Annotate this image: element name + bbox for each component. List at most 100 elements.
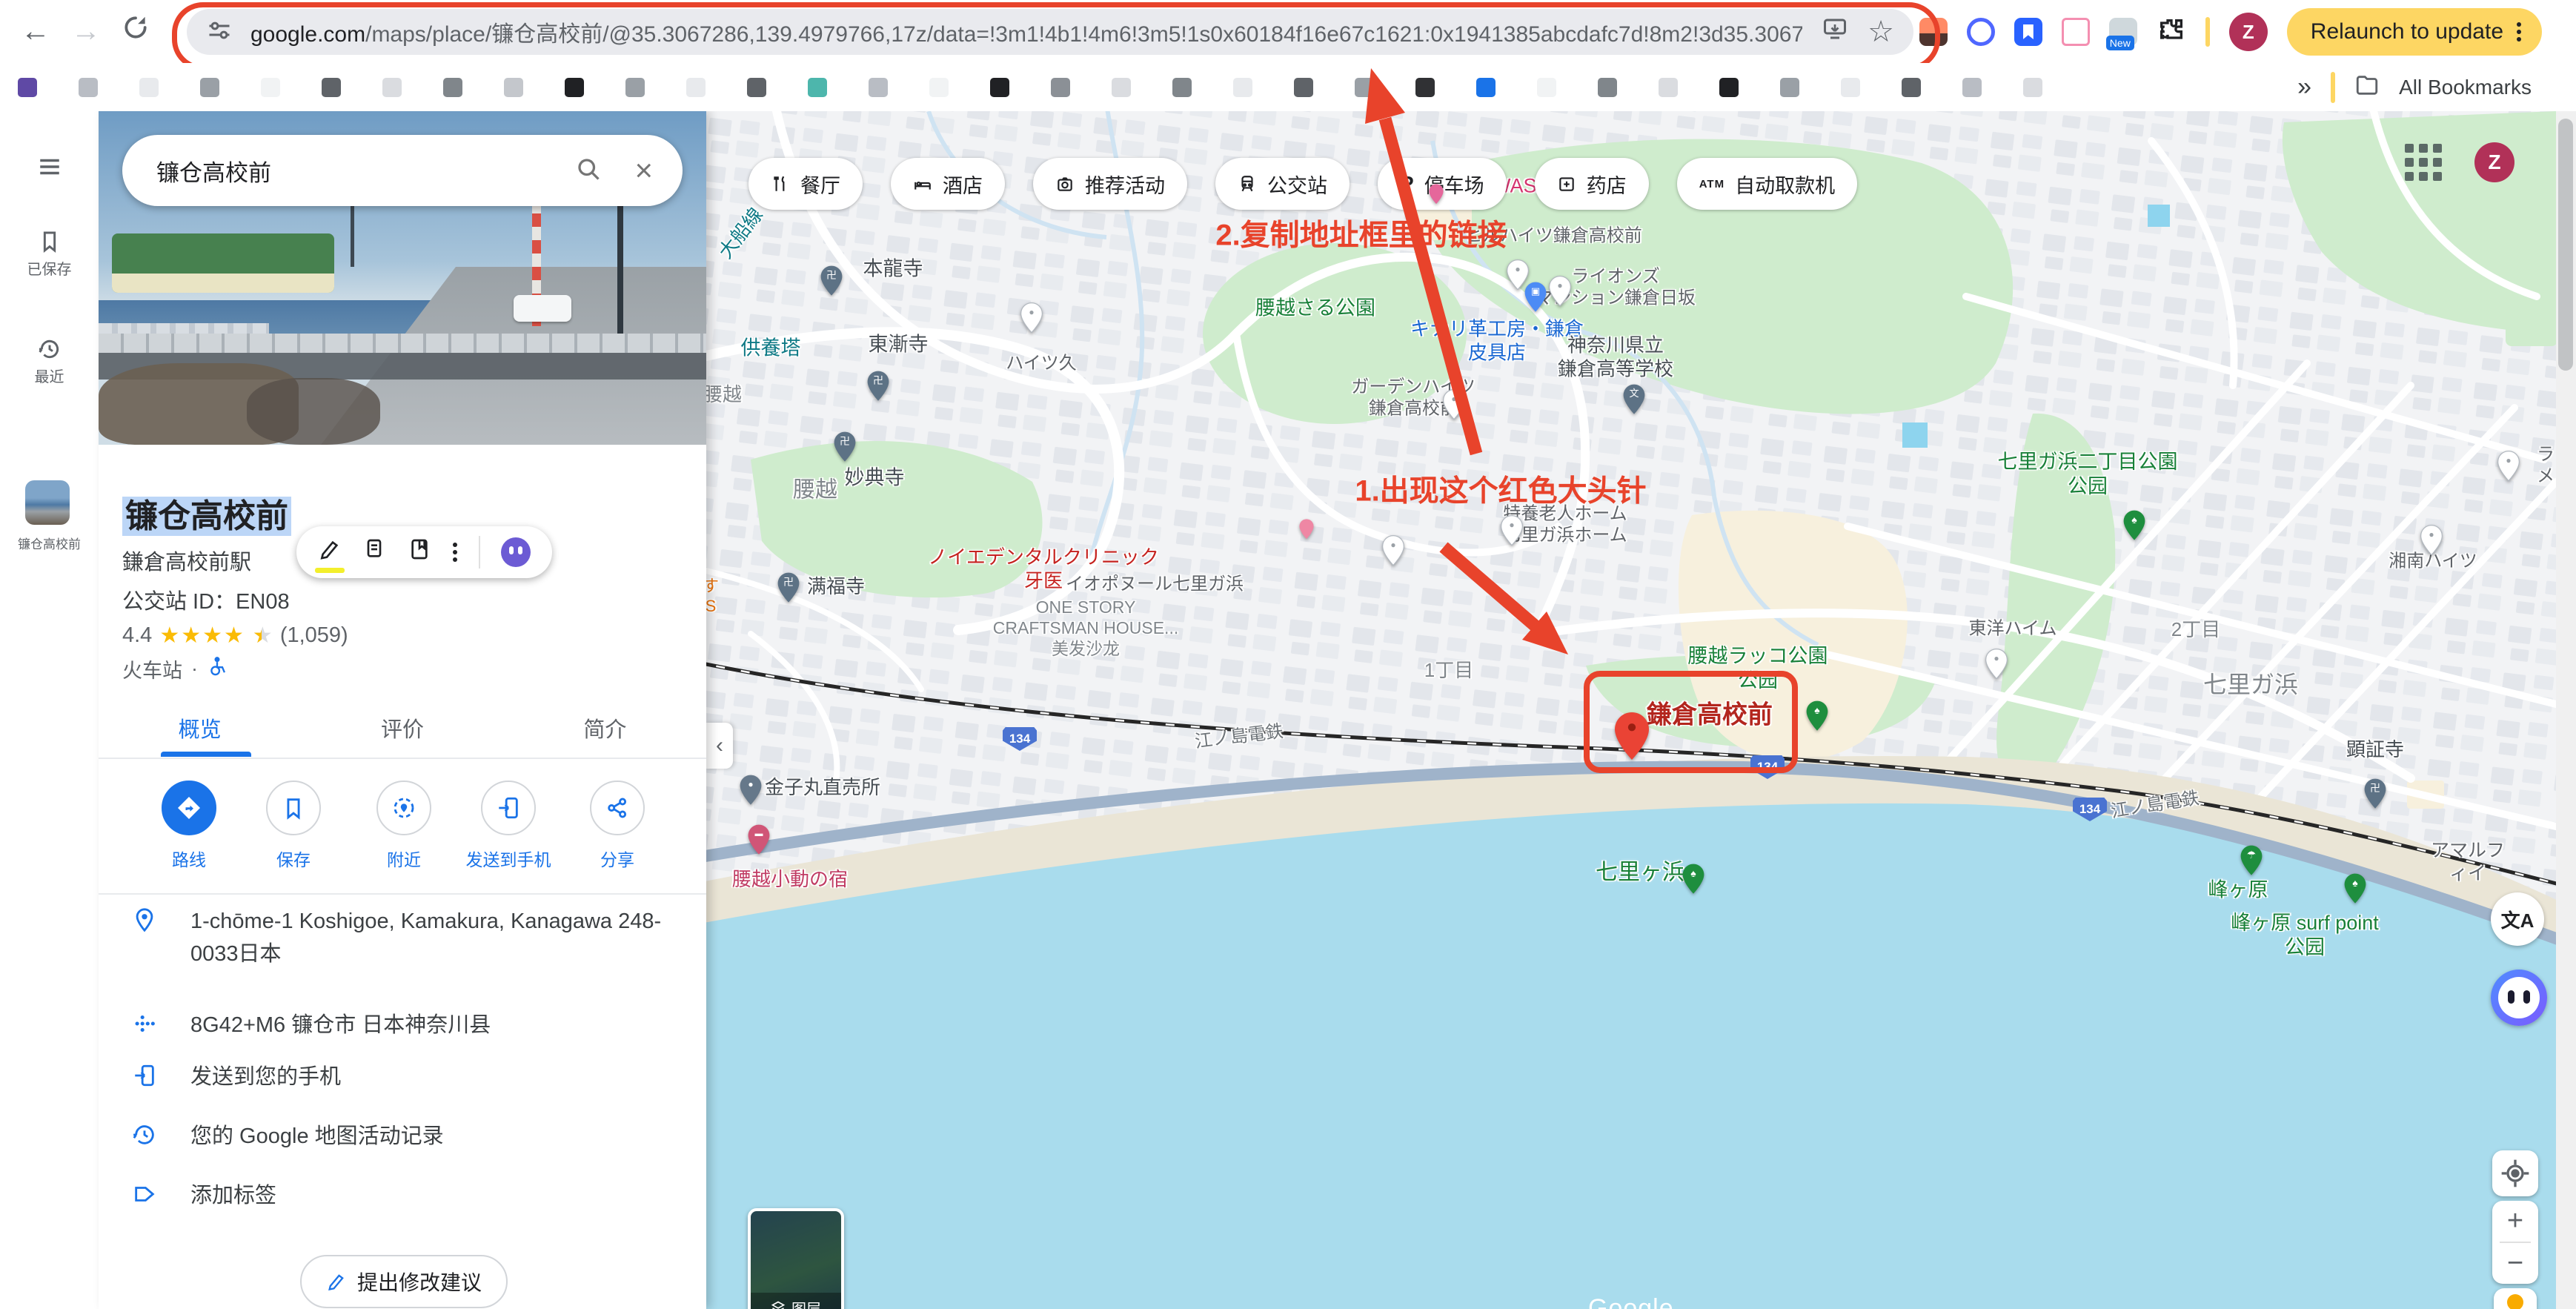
white-pin[interactable]: ● [2420, 525, 2443, 556]
review-count[interactable]: (1,059) [280, 623, 348, 648]
page-scrollbar[interactable] [2556, 111, 2576, 1309]
extension-sunset-icon[interactable] [1919, 18, 1948, 46]
white-pin[interactable]: ● [1549, 276, 1571, 307]
close-icon[interactable]: × [634, 155, 653, 186]
category-label[interactable]: 火车站 [122, 654, 182, 683]
extension-robot-icon[interactable] [1966, 18, 1995, 46]
tab-reviews[interactable]: 评价 [301, 703, 503, 758]
tab-about[interactable]: 简介 [504, 703, 706, 758]
bookmark-favicon[interactable] [808, 77, 827, 97]
bookmark-favicon[interactable] [1112, 77, 1131, 97]
lodging-pin[interactable]: ▬ [748, 824, 770, 855]
chip-restaurants[interactable]: 餐厅 [748, 158, 863, 210]
map-label-honryuji[interactable]: 本龍寺 [863, 257, 923, 282]
map-label-tozenji[interactable]: 東漸寺 [869, 333, 929, 357]
all-bookmarks-button[interactable]: All Bookmarks [2399, 76, 2532, 99]
map-label-kamakura-hs[interactable]: 神奈川県立 鎌倉高等学校 [1558, 334, 1673, 380]
history-row[interactable]: 您的 Google 地图活动记录 [128, 1121, 677, 1153]
bookmark-favicon[interactable] [504, 77, 523, 97]
send-to-device-icon[interactable] [1822, 16, 1848, 48]
bookmark-favicon[interactable] [686, 77, 706, 97]
translate-button[interactable]: 文A [2491, 892, 2544, 946]
white-pin[interactable]: ● [1985, 649, 2008, 680]
bookmark-favicon[interactable] [18, 77, 37, 97]
bookmark-favicon[interactable] [1841, 77, 1860, 97]
send-to-phone-row[interactable]: 发送到您的手机 [128, 1061, 677, 1094]
bookmark-favicon[interactable] [1476, 77, 1496, 97]
bookmark-favicon[interactable] [1537, 77, 1556, 97]
bookmark-favicon[interactable] [200, 77, 219, 97]
pegman-button[interactable] [2494, 1288, 2537, 1309]
maps-avatar[interactable]: Z [2474, 142, 2514, 182]
bookmark-favicon[interactable] [2023, 77, 2042, 97]
profile-avatar[interactable]: Z [2228, 13, 2268, 51]
rating-row[interactable]: 4.4 ★★★★ ★★ (1,059) [122, 623, 348, 649]
relaunch-button[interactable]: Relaunch to update [2286, 8, 2542, 56]
recent-place-thumbnail[interactable] [25, 480, 70, 525]
annotation-step2[interactable]: 2.复制地址框里的链接 [1215, 218, 1507, 254]
chip-atms[interactable]: ATM 自动取款机 [1676, 158, 1858, 210]
bookmark-favicon[interactable] [139, 77, 159, 97]
park-pin[interactable]: ♠ [2344, 873, 2366, 904]
map-label-1chome[interactable]: 1丁目 [1424, 659, 1473, 683]
chip-pharmacies[interactable]: 药店 [1534, 158, 1649, 210]
bookmark-favicon[interactable] [261, 77, 280, 97]
tab-overview[interactable]: 概览 [99, 703, 301, 758]
map-label-koshigoe-w[interactable]: 腰越 [706, 383, 742, 407]
temple-pin[interactable]: 卍 [820, 265, 843, 296]
chrome-menu-icon[interactable] [2517, 19, 2521, 44]
beach-pin[interactable]: ☂ [2240, 845, 2263, 875]
bookmark-favicon[interactable] [1172, 77, 1192, 97]
map-canvas[interactable]: 餐厅 酒店 推荐活动 公交站 P 停车场 药店 ATM 自动取款机 大船線 本龍寺… [706, 111, 2556, 1309]
park-pin[interactable]: ♠ [1682, 864, 1704, 894]
gray-pin[interactable]: ● [740, 775, 762, 805]
temple-pin[interactable]: 卍 [777, 572, 800, 603]
add-label-row[interactable]: 添加标签 [128, 1180, 677, 1213]
suggest-edit-button[interactable]: 提出修改建议 [300, 1255, 508, 1308]
bookmark-favicon[interactable] [1719, 77, 1739, 97]
sidebar-collapse-button[interactable]: ‹ [706, 723, 733, 769]
map-label-myotenji[interactable]: 妙典寺 [845, 466, 905, 491]
bookmark-favicon[interactable] [322, 77, 341, 97]
white-pin[interactable]: ● [1382, 535, 1404, 566]
more-options-icon[interactable] [452, 540, 457, 565]
shopping-pin[interactable]: ▣ [1524, 282, 1547, 312]
map-label-kanekomaru[interactable]: 金子丸直売所 [765, 776, 880, 800]
extension-tv-icon[interactable] [2061, 18, 2090, 46]
white-pin[interactable]: ● [1501, 515, 1523, 546]
map-label-saru-park[interactable]: 腰越さる公園 [1255, 296, 1375, 321]
map-label-rame[interactable]: ラメ [2537, 444, 2555, 488]
menu-button[interactable] [0, 154, 99, 183]
temple-pin[interactable]: 卍 [2364, 778, 2386, 809]
search-box[interactable]: 镰仓高校前 × [122, 135, 683, 206]
bookmark-favicon[interactable] [1355, 77, 1374, 97]
white-pin[interactable]: ● [1020, 302, 1043, 334]
recents-button[interactable]: 最近 [0, 337, 99, 386]
map-label-manpukuji[interactable]: 满福寺 [807, 575, 865, 599]
plus-code-row[interactable]: 8G42+M6 镰仓市 日本神奈川县 [128, 1010, 677, 1042]
white-pin[interactable]: ● [1443, 389, 1465, 420]
bookmark-favicon[interactable] [1233, 77, 1252, 97]
my-location-button[interactable] [2492, 1150, 2538, 1196]
forward-button[interactable]: → [71, 13, 101, 49]
copy-icon[interactable] [362, 537, 386, 567]
saved-button[interactable]: 已保存 [0, 230, 99, 279]
bookmark-favicon[interactable] [990, 77, 1009, 97]
chip-transit[interactable]: 公交站 [1215, 158, 1350, 210]
recent-place-label[interactable]: 镰仓高校前 [0, 534, 99, 552]
school-pin[interactable]: 文 [1623, 384, 1645, 414]
assistant-button[interactable] [2491, 970, 2547, 1026]
extension-bookmark-icon[interactable] [2014, 18, 2042, 46]
google-apps-icon[interactable] [2405, 144, 2442, 181]
temple-pin[interactable]: 卍 [834, 431, 856, 462]
chip-hotels[interactable]: 酒店 [891, 158, 1005, 210]
bookmark-favicon[interactable] [382, 77, 402, 97]
nearby-button[interactable]: 附近 [348, 781, 459, 871]
url-bar[interactable]: google.com/maps/place/镰仓高校前/@35.3067286,… [187, 9, 1913, 55]
search-input[interactable]: 镰仓高校前 [156, 154, 575, 188]
bookmark-favicon[interactable] [443, 77, 462, 97]
park-pin[interactable]: ♠ [2123, 510, 2145, 540]
extension-new-icon[interactable]: New [2105, 18, 2137, 50]
annotation-step1[interactable]: 1.出现这个红色大头针 [1355, 474, 1646, 510]
map-label-amalfi[interactable]: アマルフィイ [2424, 840, 2512, 885]
